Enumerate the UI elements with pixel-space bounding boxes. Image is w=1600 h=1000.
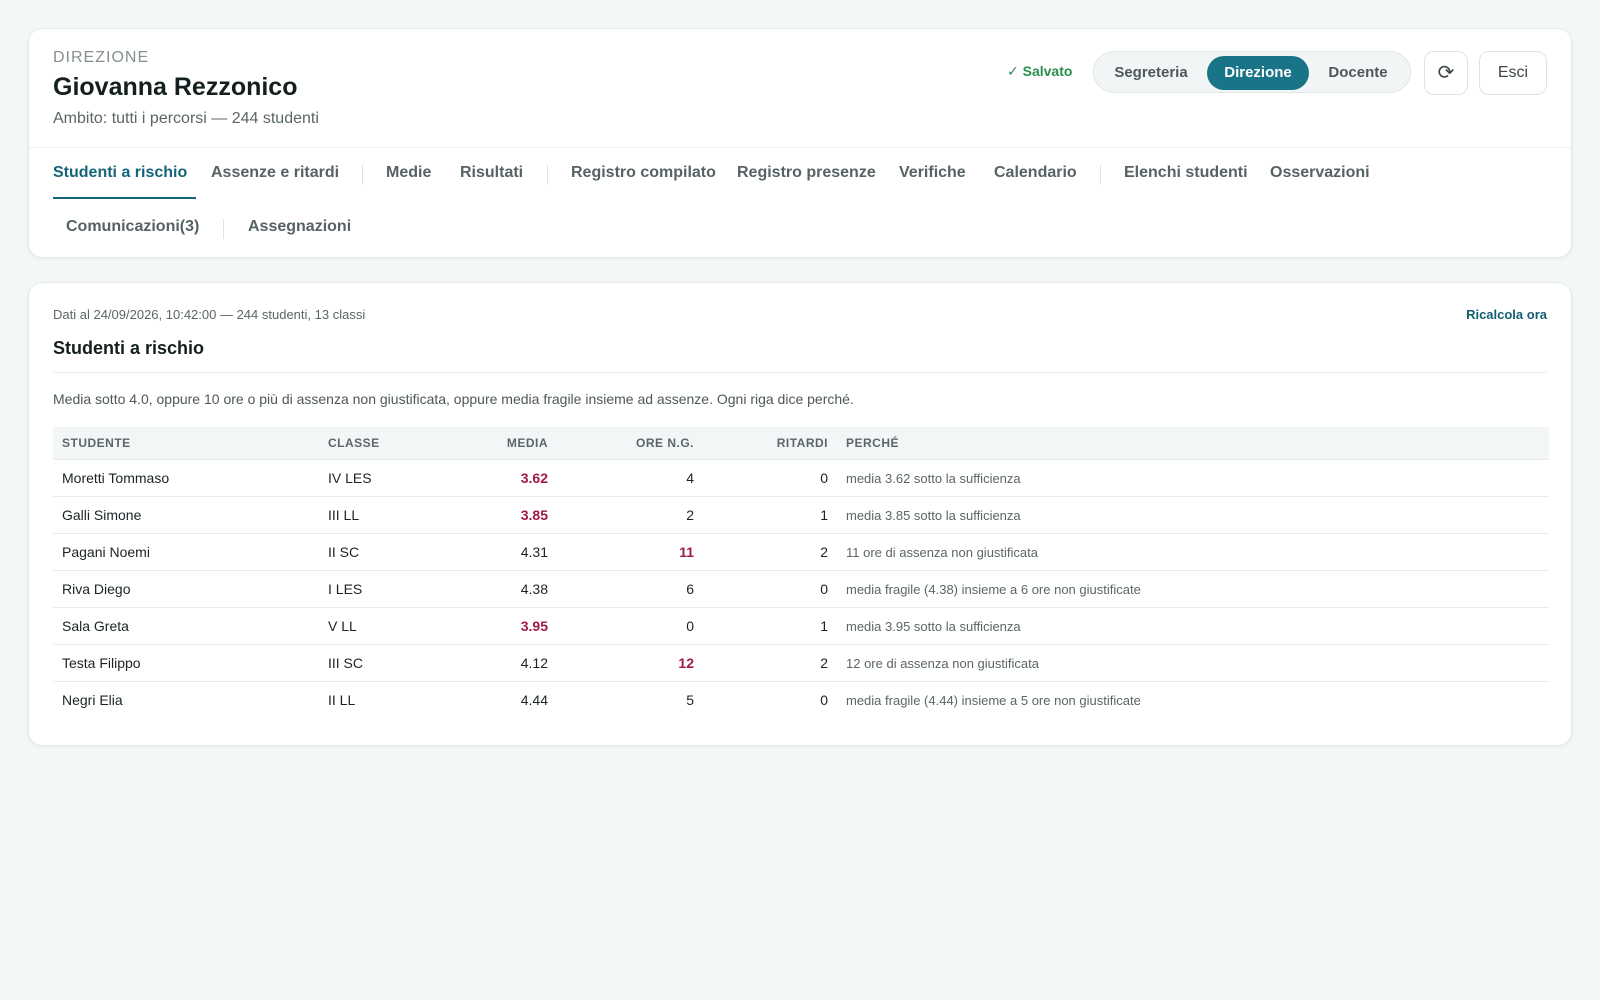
tab-osservazioni[interactable]: Osservazioni	[1270, 164, 1370, 182]
data-timestamp: Dati al 24/09/2026, 10:42:00 — 244 stude…	[53, 307, 366, 322]
header-divider	[29, 147, 1571, 148]
scope-text: Ambito: tutti i percorsi — 244 studenti	[53, 110, 319, 127]
ritardi-cell: 1	[703, 496, 837, 534]
section-divider	[53, 372, 1547, 373]
table-row[interactable]: Sala Greta V LL 3.95 0 1 media 3.95 sotto la …	[53, 607, 1549, 645]
class-cell: IV LES	[319, 459, 459, 497]
section-description: Media sotto 4.0, oppure 10 ore o più di …	[53, 391, 854, 407]
role-segreteria-button[interactable]: Segreteria	[1100, 56, 1202, 90]
media-cell: 4.31	[459, 533, 557, 571]
tab-separator	[362, 165, 363, 185]
risk-table-body: Moretti Tommaso IV LES 3.62 4 0 media 3.62 so…	[53, 459, 1549, 718]
ore-ng-cell: 6	[557, 570, 703, 608]
table-header-row: STUDENTE CLASSE MEDIA ORE N.G. RITARDI P…	[53, 427, 1549, 460]
media-cell: 3.85	[459, 496, 557, 534]
reason-cell: media fragile (4.44) insieme a 5 ore non…	[837, 681, 1549, 718]
reason-cell: media 3.95 sotto la sufficienza	[837, 607, 1549, 645]
ritardi-cell: 2	[703, 644, 837, 682]
tab-comunicazioni[interactable]: Comunicazioni(3)	[66, 218, 199, 236]
tab-separator	[223, 219, 224, 239]
ore-ng-cell: 0	[557, 607, 703, 645]
table-row[interactable]: Galli Simone III LL 3.85 2 1 media 3.85 sotto…	[53, 496, 1549, 534]
tab-separator	[547, 165, 548, 185]
tab-verifiche[interactable]: Verifiche	[899, 164, 966, 182]
section-title: Studenti a rischio	[53, 338, 205, 358]
header-card: DIREZIONE Giovanna Rezzonico Ambito: tut…	[28, 28, 1572, 258]
saved-status: ✓ Salvato	[1007, 63, 1073, 79]
table-row[interactable]: Riva Diego I LES 4.38 6 0 media fragile (4.38…	[53, 570, 1549, 608]
tab-registro-compilato[interactable]: Registro compilato	[571, 164, 716, 182]
recalculate-link[interactable]: Ricalcola ora	[1466, 307, 1547, 322]
tab-studenti-a-rischio[interactable]: Studenti a rischio	[53, 164, 187, 182]
media-cell: 4.38	[459, 570, 557, 608]
ore-ng-cell: 2	[557, 496, 703, 534]
table-row[interactable]: Pagani Noemi II SC 4.31 11 2 11 ore di assenz…	[53, 533, 1549, 571]
column-header-classe[interactable]: CLASSE	[319, 427, 459, 460]
ritardi-cell: 0	[703, 459, 837, 497]
tab-assegnazioni[interactable]: Assegnazioni	[248, 218, 351, 236]
column-header-studente[interactable]: STUDENTE	[53, 427, 319, 460]
column-header-media[interactable]: MEDIA	[459, 427, 557, 460]
role-direzione-button[interactable]: Direzione	[1207, 56, 1309, 90]
student-name-cell: Sala Greta	[53, 607, 319, 645]
class-cell: I LES	[319, 570, 459, 608]
column-header-ritardi[interactable]: RITARDI	[703, 427, 837, 460]
tab-medie[interactable]: Medie	[386, 164, 431, 182]
table-row[interactable]: Moretti Tommaso IV LES 3.62 4 0 media 3.62 so…	[53, 459, 1549, 497]
reason-cell: media 3.85 sotto la sufficienza	[837, 496, 1549, 534]
tab-separator	[1100, 165, 1101, 185]
reason-cell: media fragile (4.38) insieme a 6 ore non…	[837, 570, 1549, 608]
class-cell: II SC	[319, 533, 459, 571]
class-cell: V LL	[319, 607, 459, 645]
student-name-cell: Galli Simone	[53, 496, 319, 534]
main-card: Dati al 24/09/2026, 10:42:00 — 244 stude…	[28, 282, 1572, 746]
media-cell: 4.12	[459, 644, 557, 682]
tab-registro-presenze[interactable]: Registro presenze	[737, 164, 876, 182]
active-tab-indicator	[53, 197, 196, 199]
risk-table: STUDENTE CLASSE MEDIA ORE N.G. RITARDI P…	[53, 427, 1549, 718]
class-cell: III LL	[319, 496, 459, 534]
table-row[interactable]: Negri Elia II LL 4.44 5 0 media fragile (4.44…	[53, 681, 1549, 718]
tab-risultati[interactable]: Risultati	[460, 164, 523, 182]
ore-ng-cell: 4	[557, 459, 703, 497]
user-name: Giovanna Rezzonico	[53, 73, 298, 101]
student-name-cell: Pagani Noemi	[53, 533, 319, 571]
refresh-button[interactable]: ⟳	[1424, 51, 1468, 95]
ore-ng-cell: 12	[557, 644, 703, 682]
refresh-icon: ⟳	[1437, 62, 1455, 84]
student-name-cell: Riva Diego	[53, 570, 319, 608]
reason-cell: 11 ore di assenza non giustificata	[837, 533, 1549, 571]
role-switcher: Segreteria Direzione Docente	[1093, 51, 1411, 93]
ritardi-cell: 0	[703, 681, 837, 718]
student-name-cell: Testa Filippo	[53, 644, 319, 682]
media-cell: 3.62	[459, 459, 557, 497]
role-label: DIREZIONE	[53, 49, 150, 66]
student-name-cell: Negri Elia	[53, 681, 319, 718]
ritardi-cell: 1	[703, 607, 837, 645]
role-docente-button[interactable]: Docente	[1310, 56, 1406, 90]
reason-cell: media 3.62 sotto la sufficienza	[837, 459, 1549, 497]
ore-ng-cell: 5	[557, 681, 703, 718]
student-name-cell: Moretti Tommaso	[53, 459, 319, 497]
ritardi-cell: 2	[703, 533, 837, 571]
exit-button[interactable]: Esci	[1479, 51, 1547, 95]
ritardi-cell: 0	[703, 570, 837, 608]
table-row[interactable]: Testa Filippo III SC 4.12 12 2 12 ore di asse…	[53, 644, 1549, 682]
tab-elenchi-studenti[interactable]: Elenchi studenti	[1124, 164, 1248, 182]
ore-ng-cell: 11	[557, 533, 703, 571]
tab-calendario[interactable]: Calendario	[994, 164, 1077, 182]
media-cell: 4.44	[459, 681, 557, 718]
column-header-ore-ng[interactable]: ORE N.G.	[557, 427, 703, 460]
media-cell: 3.95	[459, 607, 557, 645]
class-cell: III SC	[319, 644, 459, 682]
class-cell: II LL	[319, 681, 459, 718]
column-header-perche[interactable]: PERCHÉ	[837, 427, 1549, 460]
tab-assenze-e-ritardi[interactable]: Assenze e ritardi	[211, 164, 339, 182]
reason-cell: 12 ore di assenza non giustificata	[837, 644, 1549, 682]
